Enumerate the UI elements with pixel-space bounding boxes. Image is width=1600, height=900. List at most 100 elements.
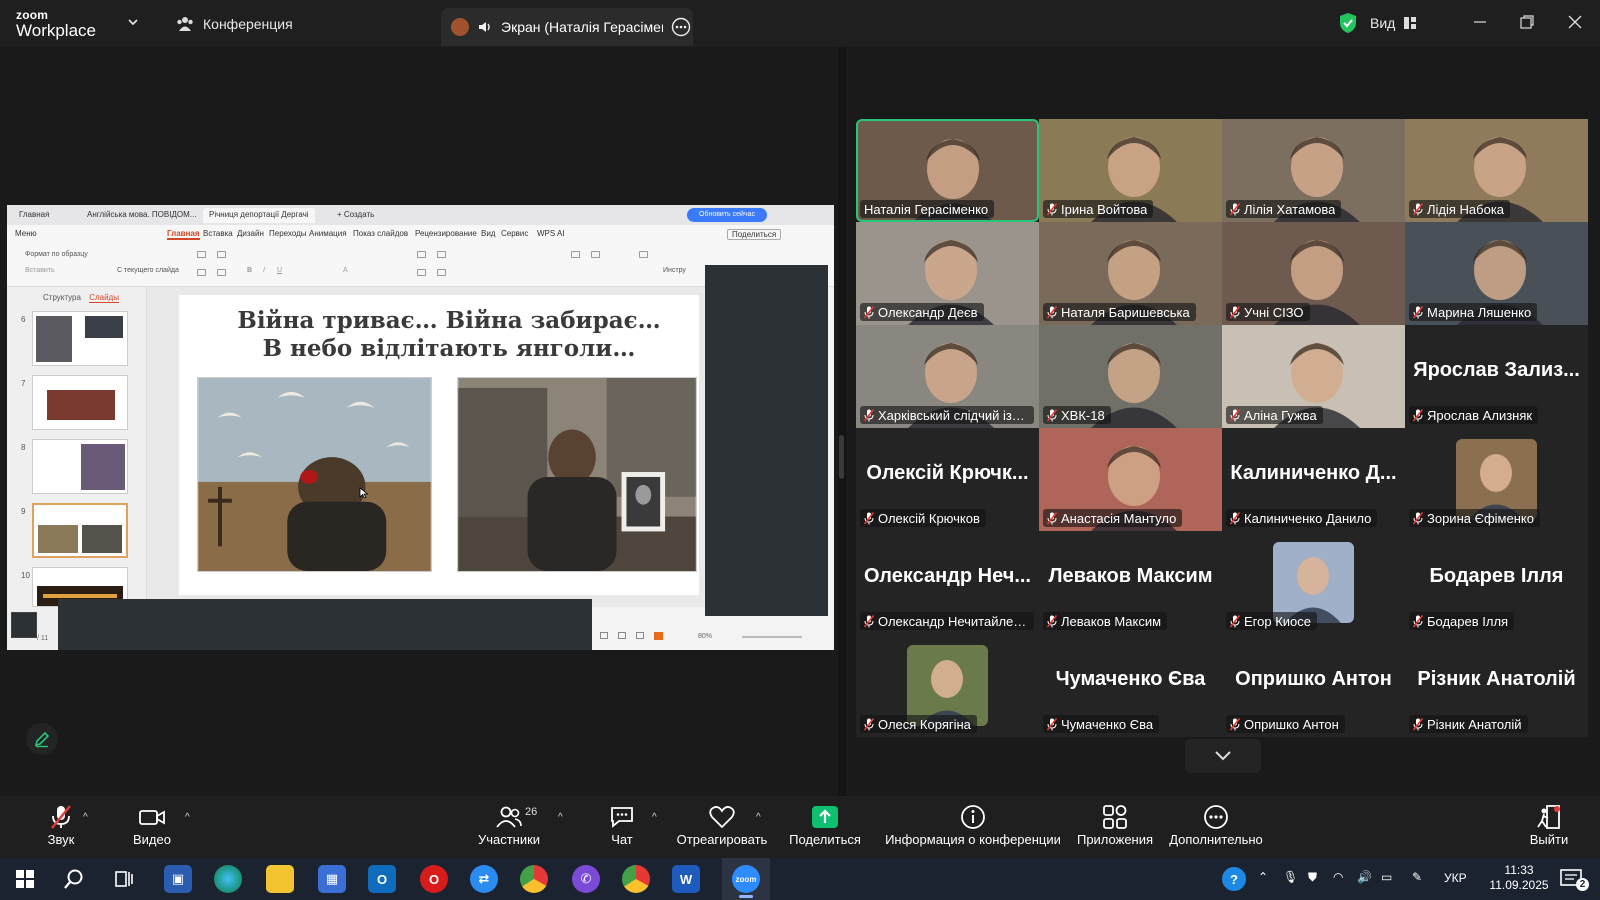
- view-button[interactable]: Вид: [1370, 15, 1417, 31]
- file-explorer-icon[interactable]: [266, 865, 294, 893]
- shared-screen[interactable]: Главная Англійська мова. ПОВІДОМ... Річн…: [7, 205, 834, 650]
- share-screen-button[interactable]: Поделиться: [788, 802, 862, 854]
- wps-tab-new[interactable]: + Создать: [331, 208, 380, 223]
- outlook-icon[interactable]: O: [368, 865, 396, 893]
- align-center-icon[interactable]: [437, 269, 446, 276]
- chat-button[interactable]: Чат: [600, 802, 644, 854]
- opera-browser-icon[interactable]: O: [420, 865, 448, 893]
- wps-menu-item[interactable]: WPS AI: [537, 229, 565, 238]
- section-icon[interactable]: [197, 269, 206, 276]
- tray-battery-icon[interactable]: ▭: [1381, 870, 1392, 885]
- task-view-icon[interactable]: [110, 865, 138, 893]
- wps-menu-item[interactable]: Главная: [167, 229, 200, 240]
- gallery-next-page-button[interactable]: [1185, 739, 1261, 773]
- slide-thumbnail[interactable]: [32, 311, 128, 366]
- wps-menu-item[interactable]: Переходы: [269, 229, 307, 238]
- participant-tile[interactable]: Опришко Антон Опришко Антон: [1222, 634, 1405, 737]
- participant-tile[interactable]: Егор Киосе: [1222, 531, 1405, 634]
- meeting-tab[interactable]: Конференция: [176, 12, 293, 36]
- numbering-icon[interactable]: [437, 251, 446, 258]
- participant-tile[interactable]: Харківський слідчий ізол...: [856, 325, 1039, 428]
- update-now-button[interactable]: Обновить сейчас: [687, 208, 767, 222]
- current-slide[interactable]: Війна триває… Війна забирає… В небо відл…: [179, 295, 699, 595]
- react-options-caret-icon[interactable]: ^: [756, 812, 761, 823]
- tray-defender-icon[interactable]: ⛊: [1308, 870, 1317, 885]
- microsoft-store-icon[interactable]: ▦: [318, 865, 346, 893]
- layout-icon[interactable]: [197, 251, 206, 258]
- tray-chevron-up-icon[interactable]: ⌃: [1258, 870, 1268, 885]
- participant-tile[interactable]: Олеся Корягіна: [856, 634, 1039, 737]
- participant-tile[interactable]: Лілія Хатамова: [1222, 119, 1405, 222]
- participant-tile[interactable]: Наталя Баришевська: [1039, 222, 1222, 325]
- clock[interactable]: 11:33 11.09.2025: [1484, 863, 1554, 893]
- save-app-icon[interactable]: ▣: [164, 865, 192, 893]
- structure-tab[interactable]: Структура: [43, 293, 81, 302]
- slide-thumbnail[interactable]: [32, 439, 128, 494]
- react-button[interactable]: Отреагировать: [674, 802, 770, 854]
- participant-tile[interactable]: Олексій Крючк... Олексій Крючков: [856, 428, 1039, 531]
- paste-button[interactable]: Вставить: [25, 267, 55, 274]
- picture-icon[interactable]: [591, 251, 600, 258]
- wps-menu-item[interactable]: Анимация: [309, 229, 347, 238]
- align-left-icon[interactable]: [417, 269, 426, 276]
- participant-tile[interactable]: ХВК-18: [1039, 325, 1222, 428]
- wps-menu-item[interactable]: Вставка: [203, 229, 233, 238]
- wps-menu-item[interactable]: Рецензирование: [415, 229, 477, 238]
- windows-start-icon[interactable]: [11, 865, 39, 893]
- wps-menu-item[interactable]: Дизайн: [237, 229, 264, 238]
- wps-menu-item[interactable]: Показ слайдов: [353, 229, 408, 238]
- apps-button[interactable]: Приложения: [1074, 802, 1156, 854]
- audio-button[interactable]: Звук: [36, 802, 86, 854]
- security-shield-icon[interactable]: [1338, 12, 1358, 34]
- tray-wifi-icon[interactable]: ◠: [1333, 870, 1343, 885]
- wps-menu-item[interactable]: Сервис: [501, 229, 528, 238]
- audio-options-caret-icon[interactable]: ^: [83, 812, 88, 823]
- wps-share-button[interactable]: Поделиться: [727, 229, 782, 240]
- slide-thumbnail-selected[interactable]: [32, 503, 128, 558]
- wps-tab-document[interactable]: Англійська мова. ПОВІДОМ...: [81, 208, 202, 223]
- participant-tile[interactable]: Марина Ляшенко: [1405, 222, 1588, 325]
- zoom-workplace-logo[interactable]: zoom Workplace: [16, 9, 96, 39]
- from-current-slide-button[interactable]: С текущего слайда: [117, 267, 179, 274]
- participant-tile[interactable]: Ірина Войтова: [1039, 119, 1222, 222]
- find-icon[interactable]: [639, 251, 648, 258]
- participant-tile[interactable]: Наталія Герасіменко: [856, 119, 1039, 222]
- bold-icon[interactable]: B: [247, 267, 252, 274]
- chrome-profile-icon[interactable]: [622, 865, 650, 893]
- participant-tile[interactable]: Бодарев Ілля Бодарев Ілля: [1405, 531, 1588, 634]
- video-button[interactable]: Видео: [124, 802, 180, 854]
- normal-view-icon[interactable]: [600, 632, 608, 639]
- chat-options-caret-icon[interactable]: ^: [652, 812, 657, 823]
- close-button[interactable]: [1562, 10, 1588, 34]
- wps-menu-item[interactable]: Вид: [481, 229, 495, 238]
- tray-microphone-icon[interactable]: 🎙: [1283, 870, 1298, 885]
- search-icon[interactable]: [60, 865, 88, 893]
- zoom-app-icon[interactable]: zoom: [732, 865, 760, 893]
- shapes-icon[interactable]: [571, 251, 580, 258]
- minimize-button[interactable]: [1467, 10, 1493, 34]
- participant-tile[interactable]: Калиниченко Д... Калиниченко Данило: [1222, 428, 1405, 531]
- more-button[interactable]: Дополнительно: [1166, 802, 1266, 854]
- sorter-view-icon[interactable]: [618, 632, 626, 639]
- reset-icon[interactable]: [217, 269, 226, 276]
- split-drag-handle[interactable]: [839, 435, 844, 479]
- edge-browser-icon[interactable]: [214, 865, 242, 893]
- participant-tile[interactable]: Різник Анатолій Різник Анатолій: [1405, 634, 1588, 737]
- participant-tile[interactable]: Аліна Гужва: [1222, 325, 1405, 428]
- participant-tile[interactable]: Олександр Неч... Олександр Нечитайленко: [856, 531, 1039, 634]
- participant-tile[interactable]: Лідія Набока: [1405, 119, 1588, 222]
- zoom-slider[interactable]: [742, 636, 802, 638]
- reading-view-icon[interactable]: [636, 632, 644, 639]
- word-icon[interactable]: W: [672, 865, 700, 893]
- tools-button[interactable]: Инстру: [663, 267, 686, 274]
- participant-tile[interactable]: Леваков Максим Леваков Максим: [1039, 531, 1222, 634]
- participant-tile[interactable]: Учні СІЗО: [1222, 222, 1405, 325]
- participant-tile[interactable]: Олександр Деєв: [856, 222, 1039, 325]
- teamviewer-icon[interactable]: ⇄: [470, 865, 498, 893]
- help-icon[interactable]: ?: [1222, 867, 1246, 891]
- participant-tile[interactable]: Ярослав Зализ... Ярослав Ализняк: [1405, 325, 1588, 428]
- wps-menu-item[interactable]: Меню: [15, 229, 37, 238]
- more-options-icon[interactable]: [671, 17, 691, 37]
- slide-thumbnail[interactable]: [32, 375, 128, 430]
- chrome-browser-icon[interactable]: [520, 865, 548, 893]
